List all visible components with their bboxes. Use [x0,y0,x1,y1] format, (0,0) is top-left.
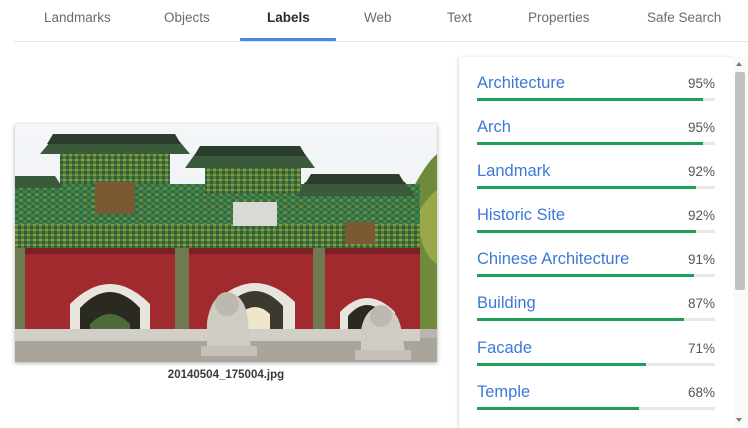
label-score: 92% [687,164,715,179]
label-score: 92% [687,208,715,223]
label-name[interactable]: Landmark [477,162,550,181]
tab-landmarks[interactable]: Landmarks [44,10,111,25]
confidence-bar-fill [477,230,696,233]
label-row: Temple 68% [477,383,715,427]
tab-safe-search[interactable]: Safe Search [647,10,721,25]
analyzed-photo [15,124,437,362]
image-filename: 20140504_175004.jpg [167,369,285,381]
tab-objects[interactable]: Objects [164,10,210,25]
confidence-bar-fill [477,318,685,321]
scroll-thumb[interactable] [735,72,745,290]
tab-bar: Landmarks Objects Labels Web Text Proper… [14,0,748,42]
label-name[interactable]: Facade [477,339,532,358]
label-row: Chinese Architecture 91% [477,250,715,294]
label-row: Arch 95% [477,118,715,162]
label-score: 95% [687,120,715,135]
label-name[interactable]: Architecture [477,74,565,93]
label-row: Building 87% [477,294,715,338]
gate-photo-illustration [15,124,437,362]
confidence-bar-track [477,318,715,321]
confidence-bar-track [477,142,715,145]
confidence-bar-fill [477,363,646,366]
label-row: Architecture 95% [477,74,715,118]
label-score: 68% [687,385,715,400]
scroll-up-arrow-icon[interactable] [736,62,742,66]
scroll-down-arrow-icon[interactable] [736,418,742,422]
confidence-bar-fill [477,274,694,277]
confidence-bar-track [477,230,715,233]
label-row: Facade 71% [477,339,715,383]
confidence-bar-fill [477,186,696,189]
labels-panel: Architecture 95% Arch 95% Landmark 92% H… [459,57,733,428]
label-name[interactable]: Building [477,294,536,313]
label-name[interactable]: Historic Site [477,206,565,225]
active-tab-indicator [240,38,336,41]
confidence-bar-track [477,274,715,277]
tab-text[interactable]: Text [447,10,472,25]
label-name[interactable]: Temple [477,383,530,402]
tab-web[interactable]: Web [364,10,392,25]
confidence-bar-track [477,186,715,189]
panel-scrollbar[interactable] [733,57,748,428]
tab-labels[interactable]: Labels [267,10,310,25]
label-score: 95% [687,76,715,91]
confidence-bar-track [477,407,715,410]
label-score: 87% [687,296,715,311]
confidence-bar-track [477,363,715,366]
confidence-bar-fill [477,98,704,101]
confidence-bar-fill [477,407,639,410]
label-name[interactable]: Chinese Architecture [477,250,629,269]
tab-properties[interactable]: Properties [528,10,590,25]
confidence-bar-track [477,98,715,101]
label-row: Historic Site 92% [477,206,715,250]
confidence-bar-fill [477,142,704,145]
label-score: 71% [687,341,715,356]
label-score: 91% [687,252,715,267]
label-name[interactable]: Arch [477,118,511,137]
label-row: Landmark 92% [477,162,715,206]
